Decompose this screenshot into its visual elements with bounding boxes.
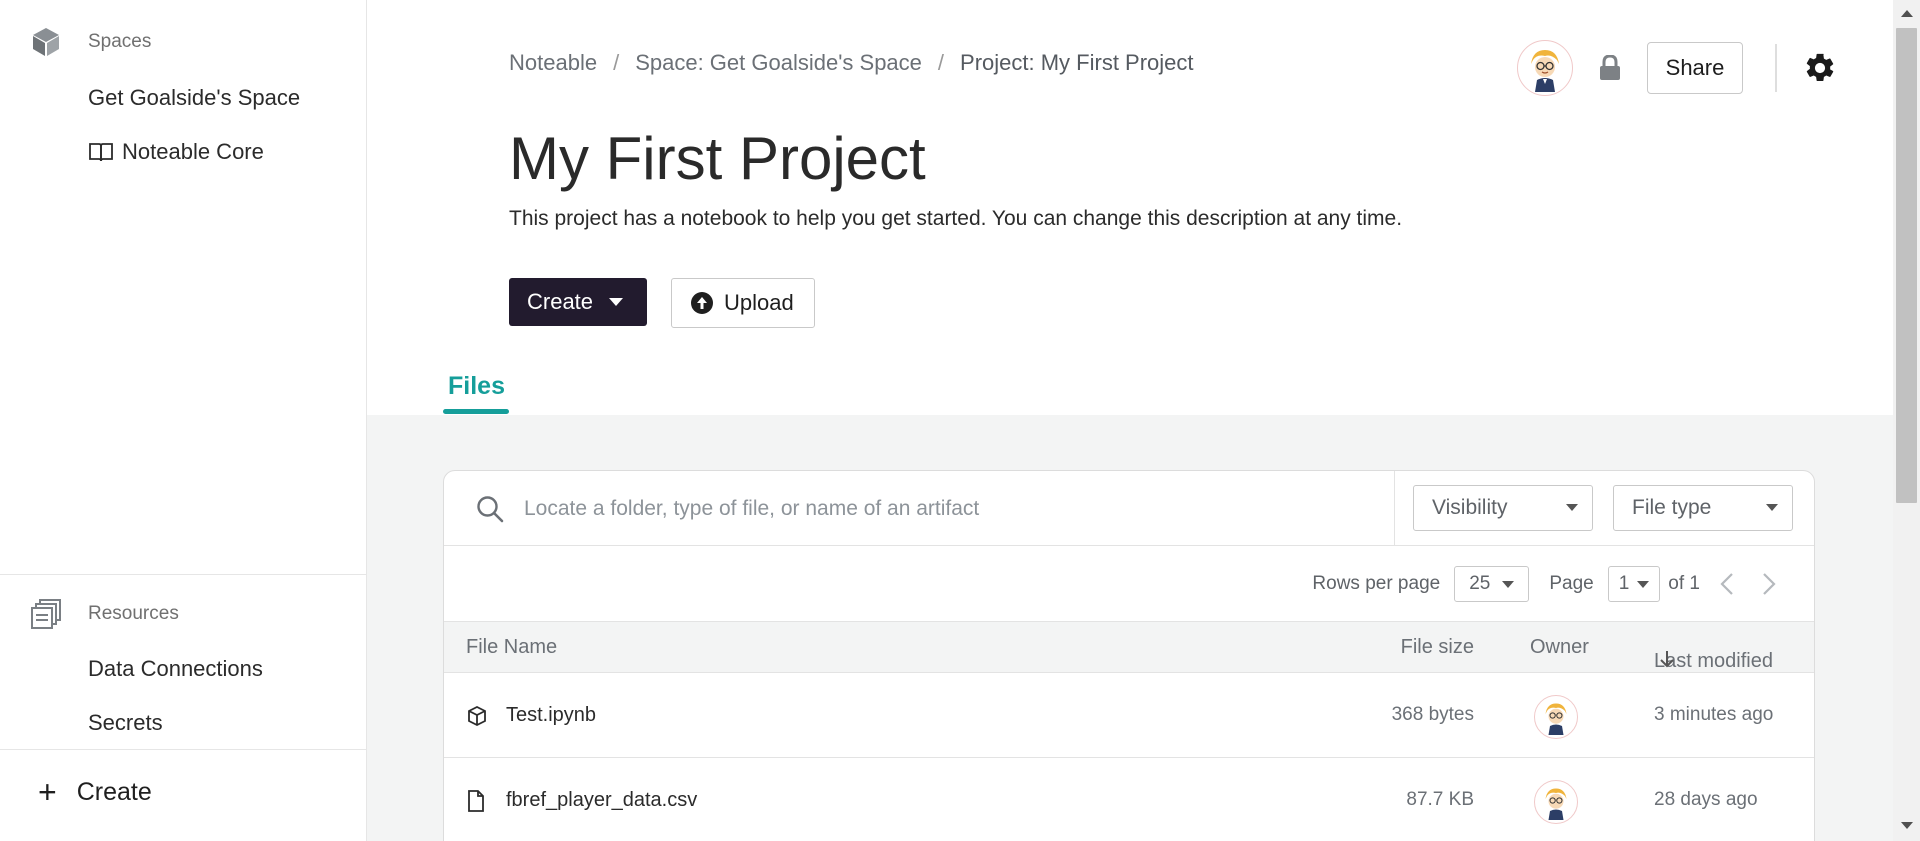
- table-header: File Name File size Owner Last modified: [444, 622, 1814, 673]
- sidebar-item-label: Noteable Core: [122, 139, 264, 164]
- upload-button[interactable]: Upload: [671, 278, 815, 328]
- filter-bar: Visibility File type: [444, 471, 1814, 546]
- files-panel: Visibility File type Rows per page 25 Pa…: [443, 470, 1815, 841]
- breadcrumb-root[interactable]: Noteable: [509, 50, 597, 76]
- avatar-icon: [1531, 50, 1559, 92]
- sidebar-item-data-connections[interactable]: Data Connections: [88, 656, 263, 682]
- file-name: fbref_player_data.csv: [506, 789, 698, 811]
- sidebar-item-secrets[interactable]: Secrets: [88, 710, 163, 736]
- page-scrollbar[interactable]: [1893, 0, 1920, 841]
- scroll-up-arrow-icon[interactable]: [1901, 10, 1913, 17]
- caret-down-icon: [1766, 504, 1778, 511]
- caret-down-icon: [609, 298, 624, 306]
- breadcrumb-separator: /: [613, 50, 620, 75]
- sidebar: Spaces Get Goalside's Space Noteable Cor…: [0, 0, 367, 841]
- sidebar-item-label: Data Connections: [88, 656, 263, 681]
- tab-active-indicator: [443, 409, 509, 414]
- visibility-select-label: Visibility: [1432, 496, 1508, 519]
- upload-icon: [690, 291, 714, 315]
- scroll-down-arrow-icon[interactable]: [1901, 822, 1913, 829]
- sidebar-item-noteable-core[interactable]: Noteable Core: [88, 139, 264, 165]
- resources-icon: [30, 598, 62, 630]
- resources-title: Resources: [88, 603, 179, 624]
- table-row[interactable]: Test.ipynb 368 bytes 3 minutes ago: [444, 673, 1814, 758]
- owner-avatar: [1534, 780, 1578, 824]
- cube-icon: [30, 26, 62, 58]
- create-button-label: Create: [527, 289, 594, 314]
- column-file-name[interactable]: File Name: [466, 636, 557, 659]
- page-select[interactable]: 1: [1607, 566, 1661, 602]
- spaces-header: Spaces: [30, 26, 151, 58]
- arrow-down-icon: [1660, 650, 1674, 668]
- sidebar-item-goalside-space[interactable]: Get Goalside's Space: [88, 85, 300, 111]
- page-total: of 1: [1668, 573, 1700, 594]
- file-size: 368 bytes: [1391, 704, 1474, 725]
- breadcrumb-project: Project: My First Project: [960, 50, 1194, 75]
- file-icon: [466, 790, 486, 812]
- filetype-select[interactable]: File type: [1613, 485, 1793, 531]
- pagination: Rows per page 25 Page 1 of 1: [1312, 566, 1776, 602]
- tab-files[interactable]: Files: [443, 372, 510, 401]
- rows-per-page-select[interactable]: 25: [1454, 566, 1530, 602]
- search-input[interactable]: [524, 489, 1404, 529]
- sidebar-create-label: Create: [76, 777, 152, 806]
- book-icon: [88, 141, 114, 163]
- lock-icon[interactable]: [1599, 55, 1621, 81]
- avatar-icon: [1545, 788, 1567, 820]
- page-label: Page: [1549, 573, 1594, 594]
- project-description: This project has a notebook to help you …: [509, 207, 1403, 230]
- page-value: 1: [1618, 573, 1630, 594]
- sidebar-divider: [0, 749, 366, 750]
- avatar[interactable]: [1517, 40, 1573, 96]
- file-name: Test.ipynb: [506, 704, 597, 726]
- rows-per-page-label: Rows per page: [1312, 573, 1441, 594]
- sidebar-item-label: Secrets: [88, 710, 163, 735]
- header-divider: [1775, 44, 1777, 92]
- sidebar-divider: [0, 574, 366, 575]
- page-title: My First Project: [509, 125, 926, 192]
- gear-icon[interactable]: [1803, 51, 1837, 85]
- upload-button-label: Upload: [724, 290, 794, 315]
- column-file-size[interactable]: File size: [1401, 636, 1474, 659]
- avatar-icon: [1545, 703, 1567, 735]
- sidebar-item-label: Get Goalside's Space: [88, 85, 301, 110]
- owner-avatar: [1534, 695, 1578, 739]
- resources-header: Resources: [30, 598, 179, 630]
- sidebar-create-button[interactable]: + Create: [38, 776, 152, 808]
- caret-down-icon: [1637, 580, 1650, 588]
- file-modified: 28 days ago: [1654, 789, 1758, 810]
- chevron-right-icon[interactable]: [1762, 572, 1776, 596]
- header-actions: Share: [1517, 40, 1837, 96]
- filter-separator: [1394, 471, 1395, 546]
- breadcrumb: Noteable / Space: Get Goalside's Space /…: [509, 50, 1194, 76]
- caret-down-icon: [1566, 504, 1578, 511]
- breadcrumb-space[interactable]: Space: Get Goalside's Space: [635, 50, 922, 76]
- main-content: Noteable / Space: Get Goalside's Space /…: [367, 0, 1893, 841]
- scrollbar-thumb[interactable]: [1896, 28, 1917, 503]
- visibility-select[interactable]: Visibility: [1413, 485, 1593, 531]
- caret-down-icon: [1502, 580, 1515, 588]
- file-size: 87.7 KB: [1406, 789, 1474, 810]
- breadcrumb-separator: /: [937, 50, 945, 75]
- spaces-title: Spaces: [88, 31, 152, 52]
- filetype-select-label: File type: [1632, 496, 1712, 519]
- rows-per-page-value: 25: [1469, 573, 1491, 594]
- plus-icon: +: [38, 774, 57, 810]
- column-owner[interactable]: Owner: [1530, 636, 1589, 659]
- chevron-left-icon[interactable]: [1720, 572, 1734, 596]
- file-modified: 3 minutes ago: [1654, 704, 1774, 725]
- share-button[interactable]: Share: [1647, 42, 1743, 94]
- search-icon: [476, 495, 504, 523]
- app-root: Spaces Get Goalside's Space Noteable Cor…: [0, 0, 1920, 841]
- table-row[interactable]: fbref_player_data.csv 87.7 KB 28 days ag…: [444, 758, 1814, 841]
- pagination-bar: Rows per page 25 Page 1 of 1: [444, 546, 1814, 622]
- notebook-icon: [466, 705, 488, 727]
- create-button[interactable]: Create: [509, 278, 647, 326]
